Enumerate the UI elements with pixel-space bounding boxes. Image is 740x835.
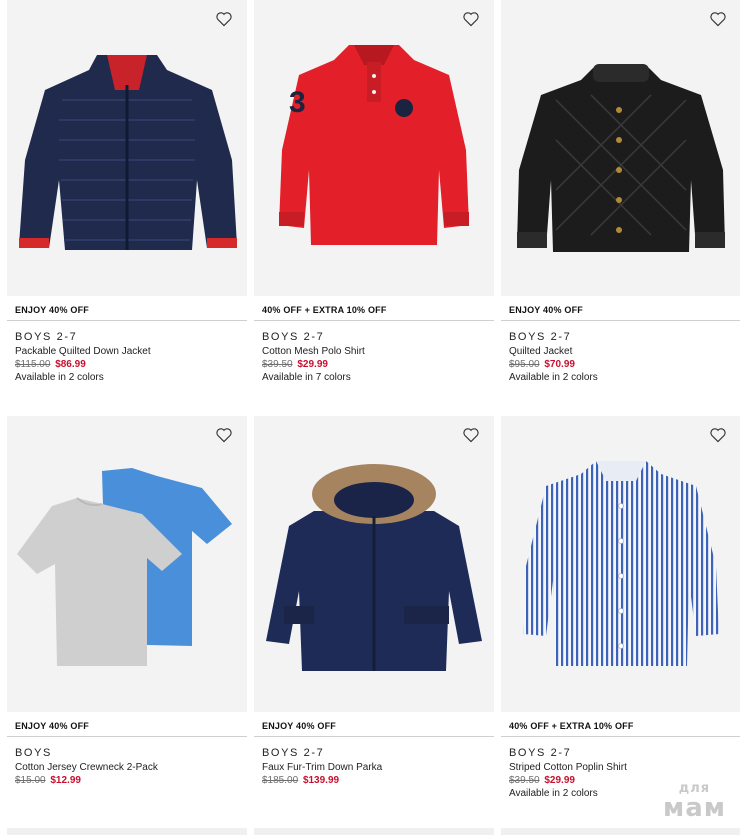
color-availability: Available in 2 colors bbox=[509, 372, 598, 383]
heart-icon[interactable] bbox=[462, 427, 480, 443]
product-card[interactable]: ENJOY 40% OFF BOYS 2-7 Packable Quilted … bbox=[7, 0, 247, 385]
original-price: $95.00 bbox=[509, 359, 540, 370]
product-name[interactable]: Packable Quilted Down Jacket bbox=[15, 345, 247, 358]
promo-label: ENJOY 40% OFF bbox=[15, 721, 89, 731]
product-image[interactable]: 3 bbox=[254, 0, 494, 296]
product-image[interactable] bbox=[7, 416, 247, 712]
product-info: BOYS Cotton Jersey Crewneck 2-Pack $15.0… bbox=[7, 737, 247, 787]
navy-quilted-down-jacket-image bbox=[19, 55, 237, 250]
product-card[interactable]: 3 40% OFF + EXTRA 10% OFF BOYS 2-7 Cotto… bbox=[254, 0, 494, 385]
product-category: BOYS 2-7 bbox=[262, 747, 325, 759]
product-info: BOYS 2-7 Quilted Jacket $95.00 $70.99 Av… bbox=[501, 321, 740, 385]
product-category: BOYS 2-7 bbox=[15, 331, 78, 343]
promo-label: ENJOY 40% OFF bbox=[509, 305, 583, 315]
product-name[interactable]: Striped Cotton Poplin Shirt bbox=[509, 761, 740, 774]
next-row-card-edge bbox=[501, 828, 740, 835]
watermark-logo: для мам bbox=[663, 782, 726, 821]
product-category: BOYS 2-7 bbox=[509, 331, 572, 343]
promo-label: 40% OFF + EXTRA 10% OFF bbox=[509, 721, 634, 731]
product-image[interactable] bbox=[501, 0, 740, 296]
product-name[interactable]: Cotton Jersey Crewneck 2-Pack bbox=[15, 761, 247, 774]
original-price: $115.00 bbox=[15, 359, 51, 370]
sale-price: $70.99 bbox=[544, 359, 575, 370]
navy-fur-trim-parka-image bbox=[266, 464, 482, 671]
sale-price: $29.99 bbox=[544, 775, 575, 786]
heart-icon[interactable] bbox=[709, 11, 727, 27]
product-category: BOYS bbox=[15, 747, 52, 759]
sale-price: $86.99 bbox=[55, 359, 86, 370]
product-info: BOYS 2-7 Packable Quilted Down Jacket $1… bbox=[7, 321, 247, 385]
heart-icon[interactable] bbox=[462, 11, 480, 27]
product-category: BOYS 2-7 bbox=[509, 747, 572, 759]
product-info: BOYS 2-7 Faux Fur-Trim Down Parka $185.0… bbox=[254, 737, 494, 787]
svg-text:3: 3 bbox=[289, 86, 306, 119]
grey-blue-tshirt-pack-image bbox=[17, 468, 232, 666]
promo-label: ENJOY 40% OFF bbox=[15, 305, 89, 315]
promo-label: 40% OFF + EXTRA 10% OFF bbox=[262, 305, 387, 315]
watermark-line2: мам bbox=[662, 793, 726, 823]
black-quilted-jacket-image bbox=[517, 64, 725, 252]
product-image[interactable] bbox=[501, 416, 740, 712]
price: $115.00 $86.99 bbox=[15, 358, 247, 371]
product-image[interactable] bbox=[7, 0, 247, 296]
next-row-card-edge bbox=[254, 828, 494, 835]
sale-price: $12.99 bbox=[50, 775, 81, 786]
price: $39.50 $29.99 bbox=[262, 358, 494, 371]
price: $185.00 $139.99 bbox=[262, 774, 494, 787]
product-card[interactable]: ENJOY 40% OFF BOYS 2-7 Faux Fur-Trim Dow… bbox=[254, 416, 494, 787]
price: $95.00 $70.99 bbox=[509, 358, 740, 371]
blue-striped-shirt-image bbox=[523, 461, 719, 666]
product-image[interactable] bbox=[254, 416, 494, 712]
red-polo-shirt-image: 3 bbox=[279, 45, 469, 245]
sale-price: $139.99 bbox=[302, 775, 340, 786]
color-availability: Available in 2 colors bbox=[15, 372, 104, 383]
product-name[interactable]: Quilted Jacket bbox=[509, 345, 740, 358]
product-card[interactable]: 40% OFF + EXTRA 10% OFF BOYS 2-7 Striped… bbox=[501, 416, 740, 801]
product-category: BOYS 2-7 bbox=[262, 331, 325, 343]
promo-label: ENJOY 40% OFF bbox=[262, 721, 336, 731]
heart-icon[interactable] bbox=[215, 11, 233, 27]
product-card[interactable]: ENJOY 40% OFF BOYS 2-7 Quilted Jacket $9… bbox=[501, 0, 740, 385]
price: $15.00 $12.99 bbox=[15, 774, 247, 787]
original-price: $39.50 bbox=[509, 775, 540, 786]
heart-icon[interactable] bbox=[215, 427, 233, 443]
heart-icon[interactable] bbox=[709, 427, 727, 443]
product-card[interactable]: ENJOY 40% OFF BOYS Cotton Jersey Crewnec… bbox=[7, 416, 247, 787]
color-availability: Available in 7 colors bbox=[262, 372, 351, 383]
original-price: $39.50 bbox=[262, 359, 293, 370]
original-price: $185.00 bbox=[262, 775, 299, 786]
sale-price: $29.99 bbox=[297, 359, 328, 370]
product-name[interactable]: Cotton Mesh Polo Shirt bbox=[262, 345, 494, 358]
product-info: BOYS 2-7 Cotton Mesh Polo Shirt $39.50 $… bbox=[254, 321, 494, 385]
next-row-card-edge bbox=[7, 828, 247, 835]
original-price: $15.00 bbox=[15, 775, 46, 786]
product-name[interactable]: Faux Fur-Trim Down Parka bbox=[262, 761, 494, 774]
